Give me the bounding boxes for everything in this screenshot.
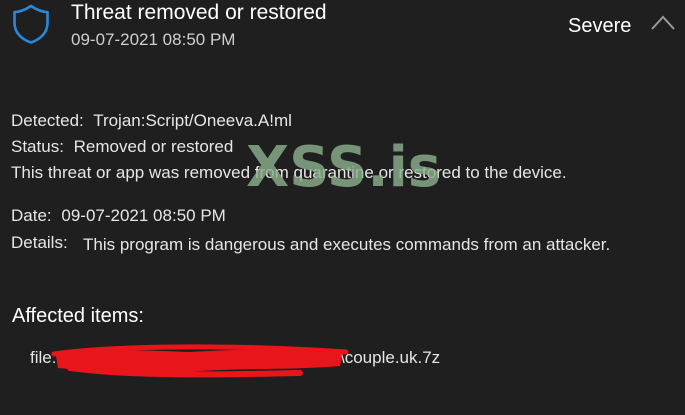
affected-file-name: \couple.uk.7z (340, 348, 441, 367)
detected-value: Trojan:Script/Oneeva.A!ml (93, 111, 292, 130)
chevron-up-icon[interactable] (650, 13, 676, 31)
severity-label: Severe (568, 15, 632, 37)
date-row: Date: 09-07-2021 08:50 PM (11, 205, 226, 227)
status-label: Status: (11, 137, 64, 156)
detected-row: Detected: Trojan:Script/Oneeva.A!ml (11, 110, 292, 132)
redaction-scribble (51, 344, 349, 378)
status-row: Status: Removed or restored (11, 136, 233, 158)
details-label: Details: (11, 233, 68, 252)
threat-description: This threat or app was removed from quar… (11, 163, 567, 182)
date-value: 09-07-2021 08:50 PM (61, 206, 226, 225)
shield-icon (13, 4, 49, 44)
threat-title: Threat removed or restored (71, 1, 327, 24)
threat-timestamp: 09-07-2021 08:50 PM (71, 30, 236, 49)
affected-items-heading: Affected items: (12, 305, 144, 327)
status-value: Removed or restored (73, 137, 234, 156)
detected-label: Detected: (11, 111, 84, 130)
details-value: This program is dangerous and executes c… (83, 235, 611, 254)
date-label: Date: (11, 206, 52, 225)
